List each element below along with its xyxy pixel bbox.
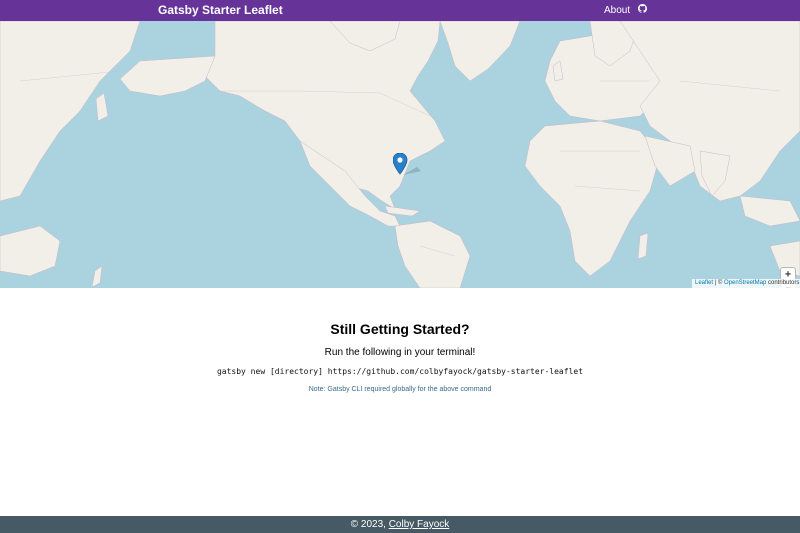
github-link[interactable] (638, 4, 648, 17)
land-alaska (119, 55, 216, 97)
land-madagascar (637, 232, 649, 260)
world-map[interactable]: + − (0, 21, 800, 288)
terminal-command: gatsby new [directory] https://github.co… (216, 367, 584, 376)
land-asia-left (0, 21, 141, 202)
osm-link[interactable]: OpenStreetMap (724, 280, 766, 286)
land-greenland (439, 21, 521, 82)
section-heading: Still Getting Started? (330, 321, 470, 337)
about-link[interactable]: About (604, 4, 630, 17)
land-new-zealand (91, 265, 103, 288)
getting-started-section: Still Getting Started? Run the following… (0, 288, 800, 516)
cli-note: Note: Gatsby CLI required globally for t… (308, 386, 492, 393)
land-south-america (394, 220, 471, 288)
footer-copyright: © 2023, (350, 519, 389, 530)
site-footer: © 2023, Colby Fayock (0, 516, 800, 533)
header-nav: About (604, 4, 648, 17)
site-title-link[interactable]: Gatsby Starter Leaflet (158, 3, 283, 18)
land-indonesia (739, 195, 800, 227)
land-australia-left (0, 225, 61, 277)
author-link[interactable]: Colby Fayock (389, 519, 450, 530)
map-attribution: Leaflet | © OpenStreetMap contributors (692, 279, 800, 288)
section-subheading: Run the following in your terminal! (324, 347, 476, 358)
attribution-suffix: contributors (766, 280, 800, 286)
land-japan (95, 92, 109, 122)
github-icon (638, 4, 648, 13)
map-marker-icon[interactable] (393, 153, 423, 177)
site-header: Gatsby Starter Leaflet About (0, 0, 800, 21)
attribution-separator: | © (713, 280, 724, 286)
leaflet-link[interactable]: Leaflet (695, 280, 713, 286)
